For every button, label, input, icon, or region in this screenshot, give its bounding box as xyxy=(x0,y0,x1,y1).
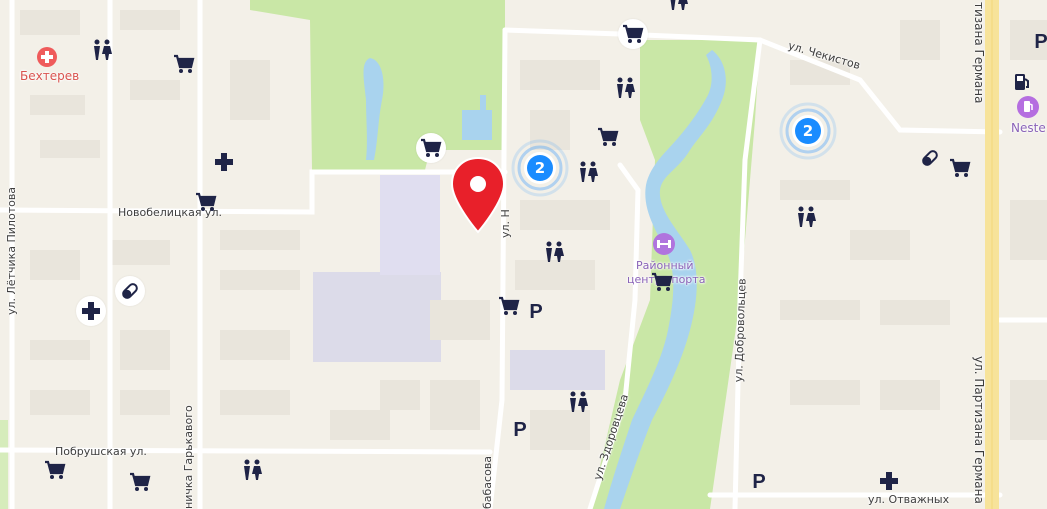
street-label-otvazhnykh: ул. Отважных xyxy=(868,493,950,506)
toilet-icon[interactable] xyxy=(240,458,264,482)
parking-icon[interactable]: P xyxy=(524,300,548,324)
medical-cross-icon[interactable] xyxy=(877,469,901,493)
toilet-icon[interactable] xyxy=(542,240,566,264)
toilet-icon[interactable] xyxy=(794,205,818,229)
fuel-station-icon[interactable] xyxy=(1010,70,1034,94)
shopping-cart-icon[interactable] xyxy=(650,270,674,294)
toilet-icon[interactable] xyxy=(566,390,590,414)
shopping-cart-icon[interactable] xyxy=(172,52,196,76)
pharmacy-pill-icon[interactable] xyxy=(918,146,942,170)
poi-label-bekhterev: Бехтерев xyxy=(20,69,80,83)
medical-cross-icon[interactable] xyxy=(76,296,106,326)
cluster-count: 2 xyxy=(534,159,546,177)
parking-icon[interactable]: P xyxy=(747,470,771,494)
toilet-icon[interactable] xyxy=(666,0,690,12)
street-label-letchika-pilotova: ул. Лётчика Пилотова xyxy=(5,186,18,315)
shopping-cart-icon[interactable] xyxy=(128,470,152,494)
medical-cross-icon[interactable] xyxy=(212,150,236,174)
map-canvas[interactable]: ул. Чекистов Новобелицкая ул. ул. Лётчик… xyxy=(0,0,1047,509)
shopping-cart-icon[interactable] xyxy=(497,294,521,318)
cluster-count: 2 xyxy=(802,122,814,140)
neste-logo-icon[interactable] xyxy=(1016,95,1040,119)
parking-icon[interactable]: P xyxy=(508,418,532,442)
cluster-marker-left[interactable]: 2 xyxy=(510,138,570,198)
toilet-icon[interactable] xyxy=(90,38,114,62)
toilet-icon[interactable] xyxy=(613,76,637,100)
shopping-cart-icon[interactable] xyxy=(618,19,648,49)
location-pin-icon[interactable] xyxy=(450,156,506,240)
street-label-partizana-germana-top: тизана Германа xyxy=(972,2,986,104)
shopping-cart-icon[interactable] xyxy=(416,133,446,163)
street-label-garkavogo: ничка Гарькавого xyxy=(182,405,195,509)
street-label-dobrovoltsev: ул. Добровольцев xyxy=(732,278,749,383)
parking-icon[interactable]: P xyxy=(1029,30,1047,54)
shopping-cart-icon[interactable] xyxy=(948,156,972,180)
street-label-pobrushskaya: Побрушская ул. xyxy=(55,445,147,458)
toilet-icon[interactable] xyxy=(576,160,600,184)
street-label-abbasova: бабасова xyxy=(481,455,494,509)
sport-center-icon[interactable] xyxy=(652,232,676,256)
shopping-cart-icon[interactable] xyxy=(194,190,218,214)
cluster-marker-right[interactable]: 2 xyxy=(778,101,838,161)
shopping-cart-icon[interactable] xyxy=(43,458,67,482)
hospital-icon[interactable] xyxy=(35,45,59,69)
poi-label-neste: Neste xyxy=(1011,121,1046,135)
shopping-cart-icon[interactable] xyxy=(596,125,620,149)
pharmacy-pill-icon[interactable] xyxy=(115,276,145,306)
street-label-partizana-germana: ул. Партизана Германа xyxy=(972,356,986,504)
